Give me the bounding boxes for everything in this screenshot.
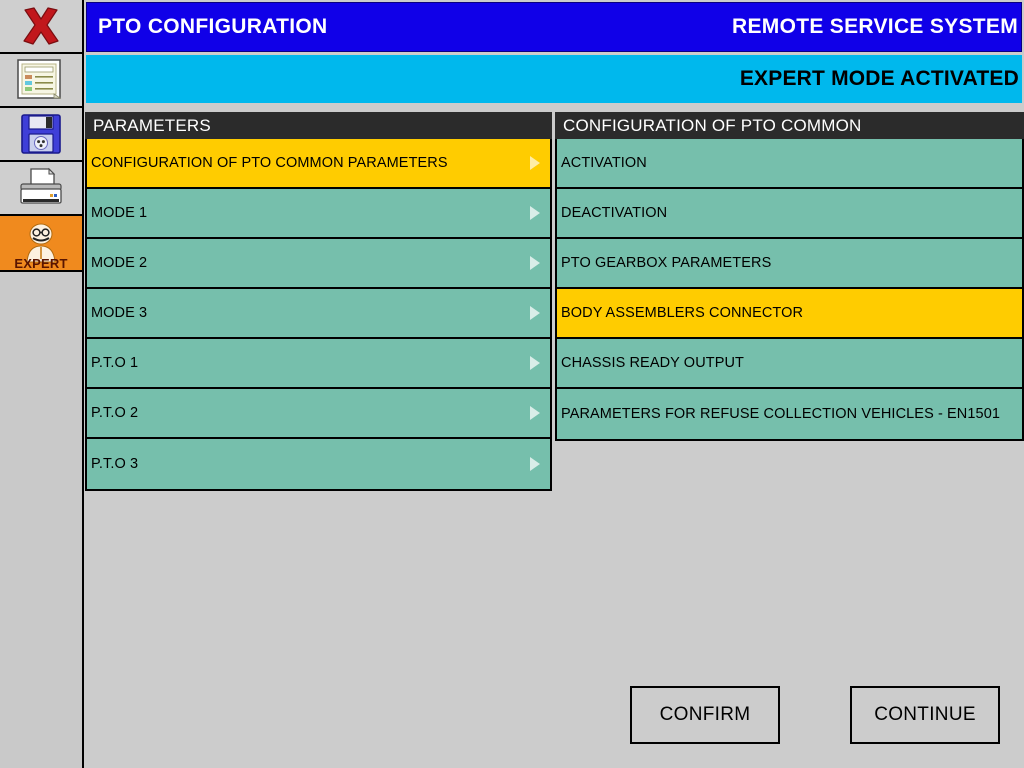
pto-option-row-label: ACTIVATION xyxy=(561,155,647,171)
chevron-right-icon xyxy=(530,156,540,170)
chevron-right-icon xyxy=(530,256,540,270)
status-bar: EXPERT MODE ACTIVATED xyxy=(86,55,1022,103)
status-badge: EXPERT MODE ACTIVATED xyxy=(739,67,1019,90)
application-window: EXPERT PTO CONFIGURATION REMOTE SERVICE … xyxy=(0,0,1024,768)
title-bar: PTO CONFIGURATION REMOTE SERVICE SYSTEM xyxy=(86,2,1022,52)
parameter-row[interactable]: P.T.O 1 xyxy=(87,339,550,389)
parameters-panel: PARAMETERS CONFIGURATION OF PTO COMMON P… xyxy=(85,112,552,491)
pto-option-row-label: PTO GEARBOX PARAMETERS xyxy=(561,255,772,271)
pto-option-row[interactable]: PTO GEARBOX PARAMETERS xyxy=(557,239,1022,289)
parameter-row-label: P.T.O 2 xyxy=(91,405,139,421)
print-button[interactable] xyxy=(0,162,82,216)
parameter-row-label: MODE 1 xyxy=(91,205,148,221)
pto-option-row[interactable]: ACTIVATION xyxy=(557,139,1022,189)
pto-option-row-label: PARAMETERS FOR REFUSE COLLECTION VEHICLE… xyxy=(561,406,1001,422)
pto-option-row-label: BODY ASSEMBLERS CONNECTOR xyxy=(561,305,804,321)
close-x-icon xyxy=(18,6,64,46)
continue-button[interactable]: CONTINUE xyxy=(850,686,1000,744)
parameter-row[interactable]: MODE 3 xyxy=(87,289,550,339)
save-button[interactable] xyxy=(0,108,82,162)
parameter-row[interactable]: P.T.O 3 xyxy=(87,439,550,489)
pto-option-row-label: DEACTIVATION xyxy=(561,205,668,221)
page-title: PTO CONFIGURATION xyxy=(98,15,328,38)
chevron-right-icon xyxy=(530,356,540,370)
parameter-row-label: MODE 3 xyxy=(91,305,148,321)
chevron-right-icon xyxy=(530,457,540,471)
printer-icon xyxy=(16,167,66,209)
chevron-right-icon xyxy=(530,206,540,220)
parameter-row[interactable]: CONFIGURATION OF PTO COMMON PARAMETERS xyxy=(87,139,550,189)
pto-common-panel-header: CONFIGURATION OF PTO COMMON xyxy=(555,112,1024,139)
parameter-row-label: MODE 2 xyxy=(91,255,148,271)
pto-option-row[interactable]: PARAMETERS FOR REFUSE COLLECTION VEHICLE… xyxy=(557,389,1022,439)
pto-option-row[interactable]: BODY ASSEMBLERS CONNECTOR xyxy=(557,289,1022,339)
pto-common-list: ACTIVATION DEACTIVATION PTO GEARBOX PARAME… xyxy=(555,139,1024,441)
pto-option-row[interactable]: CHASSIS READY OUTPUT xyxy=(557,339,1022,389)
parameter-row-label: CONFIGURATION OF PTO COMMON PARAMETERS xyxy=(91,155,448,171)
expert-mode-button[interactable]: EXPERT xyxy=(0,216,82,272)
report-button[interactable] xyxy=(0,54,82,108)
document-report-icon xyxy=(17,59,65,101)
close-button[interactable] xyxy=(0,0,82,54)
toolbar-sidebar: EXPERT xyxy=(0,0,84,768)
chevron-right-icon xyxy=(530,406,540,420)
floppy-disk-save-icon xyxy=(20,113,62,155)
pto-option-row[interactable]: DEACTIVATION xyxy=(557,189,1022,239)
parameters-list: CONFIGURATION OF PTO COMMON PARAMETERS MO… xyxy=(85,139,552,491)
parameters-panel-header: PARAMETERS xyxy=(85,112,552,139)
parameter-row-label: P.T.O 3 xyxy=(91,456,139,472)
parameter-row[interactable]: MODE 1 xyxy=(87,189,550,239)
chevron-right-icon xyxy=(530,306,540,320)
pto-option-row-label: CHASSIS READY OUTPUT xyxy=(561,355,745,371)
confirm-button[interactable]: CONFIRM xyxy=(630,686,780,744)
system-name: REMOTE SERVICE SYSTEM xyxy=(732,15,1018,38)
parameter-row[interactable]: MODE 2 xyxy=(87,239,550,289)
expert-label: EXPERT xyxy=(14,256,68,271)
parameter-row[interactable]: P.T.O 2 xyxy=(87,389,550,439)
parameter-row-label: P.T.O 1 xyxy=(91,355,139,371)
pto-common-panel: CONFIGURATION OF PTO COMMON ACTIVATION DE… xyxy=(555,112,1024,441)
